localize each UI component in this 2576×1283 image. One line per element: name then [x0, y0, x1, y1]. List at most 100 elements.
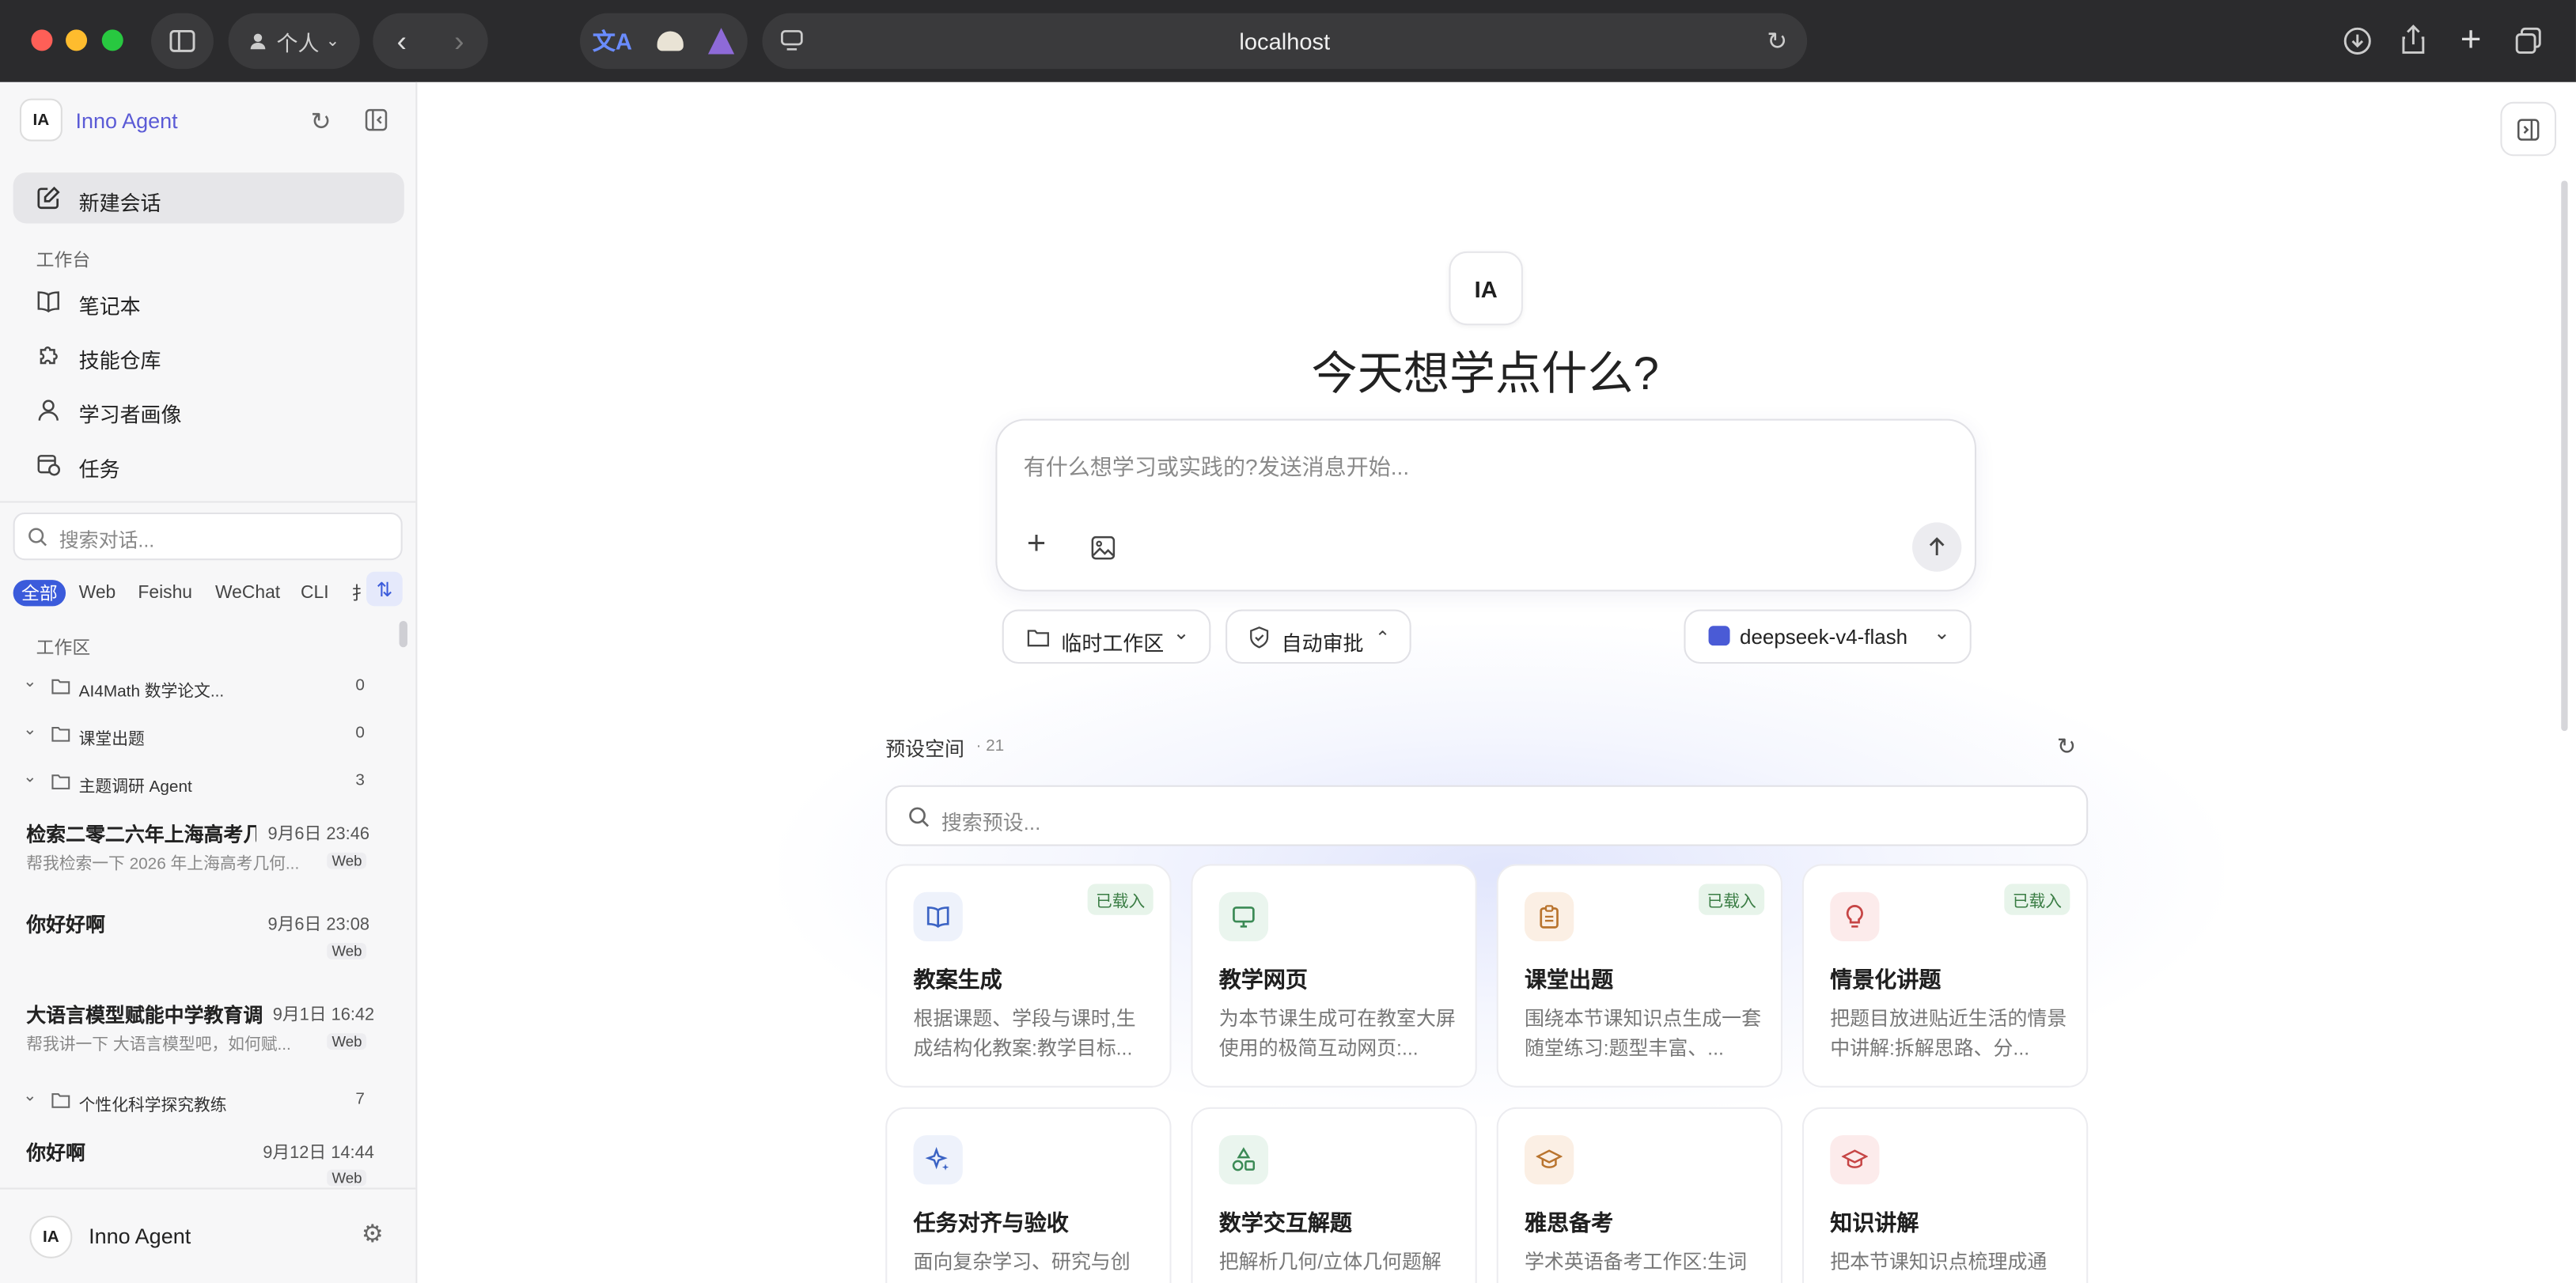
send-button[interactable] [1912, 522, 1962, 572]
folder-item[interactable]: ⌄ 个性化科学探究教练 7 [20, 1088, 385, 1117]
reader-icon[interactable] [778, 28, 805, 54]
preset-description: 学术英语备考工作区:生词 [1524, 1250, 1748, 1274]
chevron-up-icon: ⌃ [1375, 629, 1391, 649]
auto-approve-button[interactable]: 自动审批 ⌃ [1225, 609, 1411, 664]
preset-title: 情景化讲题 [1830, 967, 1941, 993]
footer-app-name: Inno Agent [89, 1224, 191, 1249]
chat-composer[interactable]: 有什么想学习或实践的?发送消息开始... + [995, 418, 1977, 592]
chat-input-placeholder: 有什么想学习或实践的?发送消息开始... [1023, 455, 1410, 480]
preset-card[interactable]: 雅思备考 学术英语备考工作区:生词 [1496, 1107, 1783, 1283]
reload-icon[interactable]: ↻ [1767, 26, 1787, 55]
preset-card[interactable]: 已载入 教案生成 根据课题、学段与课时,生成结构化教案:教学目标... [885, 864, 1172, 1088]
nav-item-learner-profile[interactable]: 学习者画像 [13, 389, 404, 432]
panel-icon [2517, 118, 2540, 140]
scrollbar-thumb[interactable] [399, 621, 407, 648]
preset-description: 把本节课知识点梳理成通 [1830, 1250, 2048, 1274]
search-placeholder: 搜索对话... [59, 528, 155, 552]
preset-card[interactable]: 数学交互解题 把解析几何/立体几何题解 [1191, 1107, 1477, 1283]
calendar-clock-icon [37, 455, 60, 476]
settings-gear-icon[interactable]: ⚙ [362, 1219, 384, 1248]
downloads-icon[interactable] [2341, 25, 2374, 58]
folder-icon [51, 774, 70, 789]
filter-more[interactable]: 扌 [351, 580, 361, 606]
page-root: 个人 ⌄ ‹ › 文A localhost ↻ + IA Inno Agent … [0, 0, 2576, 1283]
nav-label: 笔记本 [78, 295, 141, 319]
folder-item[interactable]: ⌄ 课堂出题 0 [20, 721, 385, 751]
preset-card[interactable]: 教学网页 为本节课生成可在教室大屏使用的极简互动网页:... [1191, 864, 1477, 1088]
folder-icon [51, 1093, 70, 1108]
image-upload-icon[interactable] [1091, 536, 1116, 560]
refresh-icon[interactable]: ↻ [310, 107, 331, 136]
graduation-cap-icon [1524, 1135, 1574, 1185]
filter-web[interactable]: Web [79, 580, 116, 606]
robot-icon [1708, 626, 1730, 646]
share-icon[interactable] [2397, 23, 2430, 56]
chat-preview: 帮我讲一下 大语言模型吧，如何赋... [26, 1036, 291, 1055]
chat-source-tag: Web [327, 852, 367, 869]
preset-card[interactable]: 知识讲解 把本节课知识点梳理成通 [1801, 1107, 2089, 1283]
chat-item[interactable]: 大语言模型赋能中学教育调 9月1日 16:42 帮我讲一下 大语言模型吧，如何赋… [13, 989, 392, 1071]
folder-item[interactable]: ⌄ 主题调研 Agent 3 [20, 769, 385, 798]
chat-title: 你好好啊 [26, 913, 105, 937]
app-logo: IA [19, 98, 63, 142]
nav-item-tasks[interactable]: 任务 [13, 444, 404, 486]
profile-button[interactable]: 个人 ⌄ [228, 13, 360, 70]
user-avatar[interactable]: IA [29, 1215, 73, 1258]
clipboard-icon [1524, 891, 1574, 942]
page-heading: 今天想学点什么? [1311, 348, 1659, 399]
extension-bowl-icon[interactable] [657, 31, 684, 51]
chat-item[interactable]: 检索二零二六年上海高考几 9月6日 23:46 帮我检索一下 2026 年上海高… [13, 808, 392, 891]
nav-label: 任务 [78, 458, 120, 482]
filter-all[interactable]: 全部 [13, 580, 66, 607]
folder-count: 0 [355, 676, 365, 695]
add-attachment-icon[interactable]: + [1027, 528, 1046, 561]
preset-title: 数学交互解题 [1218, 1210, 1352, 1236]
collapse-sidebar-icon[interactable] [365, 108, 388, 131]
main-scrollbar-thumb[interactable] [2561, 180, 2568, 732]
close-window-button[interactable] [31, 29, 53, 51]
new-chat-button[interactable]: 新建会话 [13, 172, 404, 224]
preset-card[interactable]: 已载入 课堂出题 围绕本节课知识点生成一套随堂练习:题型丰富、... [1496, 864, 1783, 1088]
presets-refresh-icon[interactable]: ↻ [2057, 732, 2076, 760]
folder-name: 主题调研 Agent [78, 778, 192, 797]
shapes-icon [1218, 1135, 1269, 1185]
translate-icon[interactable]: 文A [593, 25, 632, 58]
back-button[interactable]: ‹ [373, 24, 430, 59]
chat-preview: 帮我检索一下 2026 年上海高考几何... [26, 856, 300, 874]
shield-check-icon [1250, 626, 1269, 649]
sort-icon[interactable]: ⇅ [366, 571, 403, 607]
nav-label: 学习者画像 [78, 403, 182, 427]
folder-item[interactable]: ⌄ AI4Math 数学论文... 0 [20, 673, 385, 702]
nav-item-skills[interactable]: 技能仓库 [13, 335, 404, 378]
maximize-window-button[interactable] [101, 29, 123, 51]
preset-description: 根据课题、学段与课时,生成结构化教案:教学目标... [913, 1007, 1136, 1060]
book-icon [37, 291, 59, 313]
extension-crystal-icon[interactable] [708, 28, 735, 55]
workspace-select-button[interactable]: 临时工作区 ⌄ [1002, 609, 1211, 664]
presets-search-placeholder: 搜索预设... [941, 811, 1041, 835]
chevron-down-icon: ⌄ [1172, 621, 1190, 645]
preset-title: 雅思备考 [1524, 1210, 1614, 1236]
filter-cli[interactable]: CLI [301, 580, 329, 606]
right-panel-toggle-button[interactable] [2500, 101, 2557, 157]
preset-card[interactable]: 任务对齐与验收 面向复杂学习、研究与创 [885, 1107, 1172, 1283]
filter-wechat[interactable]: WeChat [215, 580, 280, 606]
sidebar-toggle-button[interactable] [151, 13, 214, 70]
chat-item[interactable]: 你好好啊 9月6日 23:08 Web [13, 899, 392, 981]
conversation-search-input[interactable]: 搜索对话... [13, 512, 403, 561]
browser-toolbar: 个人 ⌄ ‹ › 文A localhost ↻ + [0, 0, 2576, 82]
chat-source-tag: Web [327, 1169, 367, 1186]
new-tab-icon[interactable]: + [2454, 18, 2487, 59]
filter-feishu[interactable]: Feishu [138, 580, 192, 606]
nav-item-notebook[interactable]: 笔记本 [13, 281, 404, 324]
minimize-window-button[interactable] [66, 29, 88, 51]
model-select-button[interactable]: deepseek-v4-flash ⌄ [1684, 609, 1972, 664]
tab-overview-icon[interactable] [2512, 25, 2545, 58]
chat-source-tag: Web [327, 943, 367, 959]
workspace-label: 临时工作区 [1061, 632, 1165, 656]
chat-item[interactable]: 你好啊 9月12日 14:44 Web [13, 1127, 392, 1193]
forward-button[interactable]: › [430, 24, 488, 59]
preset-card[interactable]: 已载入 情景化讲题 把题目放进贴近生活的情景中讲解:拆解思路、分... [1801, 864, 2089, 1088]
address-bar[interactable]: localhost ↻ [762, 13, 1808, 70]
presets-search-input[interactable]: 搜索预设... [885, 785, 2089, 846]
